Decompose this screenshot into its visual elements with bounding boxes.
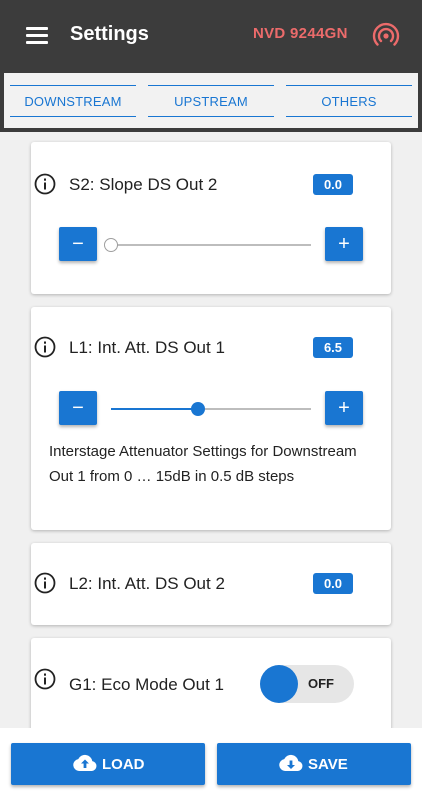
setting-label: L1: Int. Att. DS Out 1 <box>69 338 225 357</box>
load-button[interactable]: LOAD <box>11 743 205 785</box>
setting-label: S2: Slope DS Out 2 <box>69 175 218 194</box>
device-id: NVD 9244GN <box>253 25 348 42</box>
info-icon[interactable] <box>34 336 56 358</box>
toggle-state: OFF <box>308 676 334 691</box>
increment-button[interactable]: + <box>325 391 363 425</box>
slider-fill <box>111 408 198 410</box>
slider[interactable] <box>104 238 311 252</box>
setting-label: L2: Int. Att. DS Out 2 <box>69 574 225 593</box>
slider-thumb[interactable] <box>104 238 118 252</box>
value-badge: 0.0 <box>313 573 353 594</box>
value-badge: 0.0 <box>313 174 353 195</box>
tab-bar: DOWNSTREAM UPSTREAM OTHERS <box>0 70 422 132</box>
cloud-upload-icon <box>73 754 97 771</box>
info-icon[interactable] <box>34 572 56 594</box>
setting-label: G1: Eco Mode Out 1 <box>69 675 224 694</box>
setting-card-l2: L2: Int. Att. DS Out 2 0.0 <box>31 543 391 625</box>
save-label: SAVE <box>308 756 348 773</box>
tab-downstream[interactable]: DOWNSTREAM <box>10 85 136 117</box>
decrement-button[interactable]: − <box>59 227 97 261</box>
decrement-button[interactable]: − <box>59 391 97 425</box>
tab-upstream[interactable]: UPSTREAM <box>148 85 274 117</box>
load-label: LOAD <box>102 756 145 773</box>
setting-card-g1: G1: Eco Mode Out 1 OFF <box>31 638 391 728</box>
settings-list[interactable]: S2: Slope DS Out 2 0.0 − + L1: Int. Att.… <box>0 132 422 728</box>
bottom-action-bar: LOAD SAVE <box>0 728 422 800</box>
toggle-knob <box>260 665 298 703</box>
slider-thumb[interactable] <box>190 402 205 416</box>
app-bar: Settings NVD 9244GN <box>0 0 422 70</box>
info-icon[interactable] <box>34 668 56 690</box>
setting-description: Interstage Attenuator Settings for Downs… <box>49 443 357 485</box>
info-icon[interactable] <box>34 173 56 195</box>
hamburger-menu-icon[interactable] <box>26 27 48 44</box>
wifi-signal-icon[interactable] <box>372 21 400 49</box>
tab-strip: DOWNSTREAM UPSTREAM OTHERS <box>4 73 418 128</box>
save-button[interactable]: SAVE <box>217 743 411 785</box>
setting-card-s2: S2: Slope DS Out 2 0.0 − + <box>31 142 391 294</box>
increment-button[interactable]: + <box>325 227 363 261</box>
eco-mode-toggle[interactable]: OFF <box>260 665 354 703</box>
cloud-download-icon <box>279 754 303 771</box>
setting-card-l1: L1: Int. Att. DS Out 1 6.5 − + Interstag… <box>31 307 391 530</box>
slider[interactable] <box>111 402 311 416</box>
tab-others[interactable]: OTHERS <box>286 85 412 117</box>
value-badge: 6.5 <box>313 337 353 358</box>
page-title: Settings <box>70 23 149 45</box>
